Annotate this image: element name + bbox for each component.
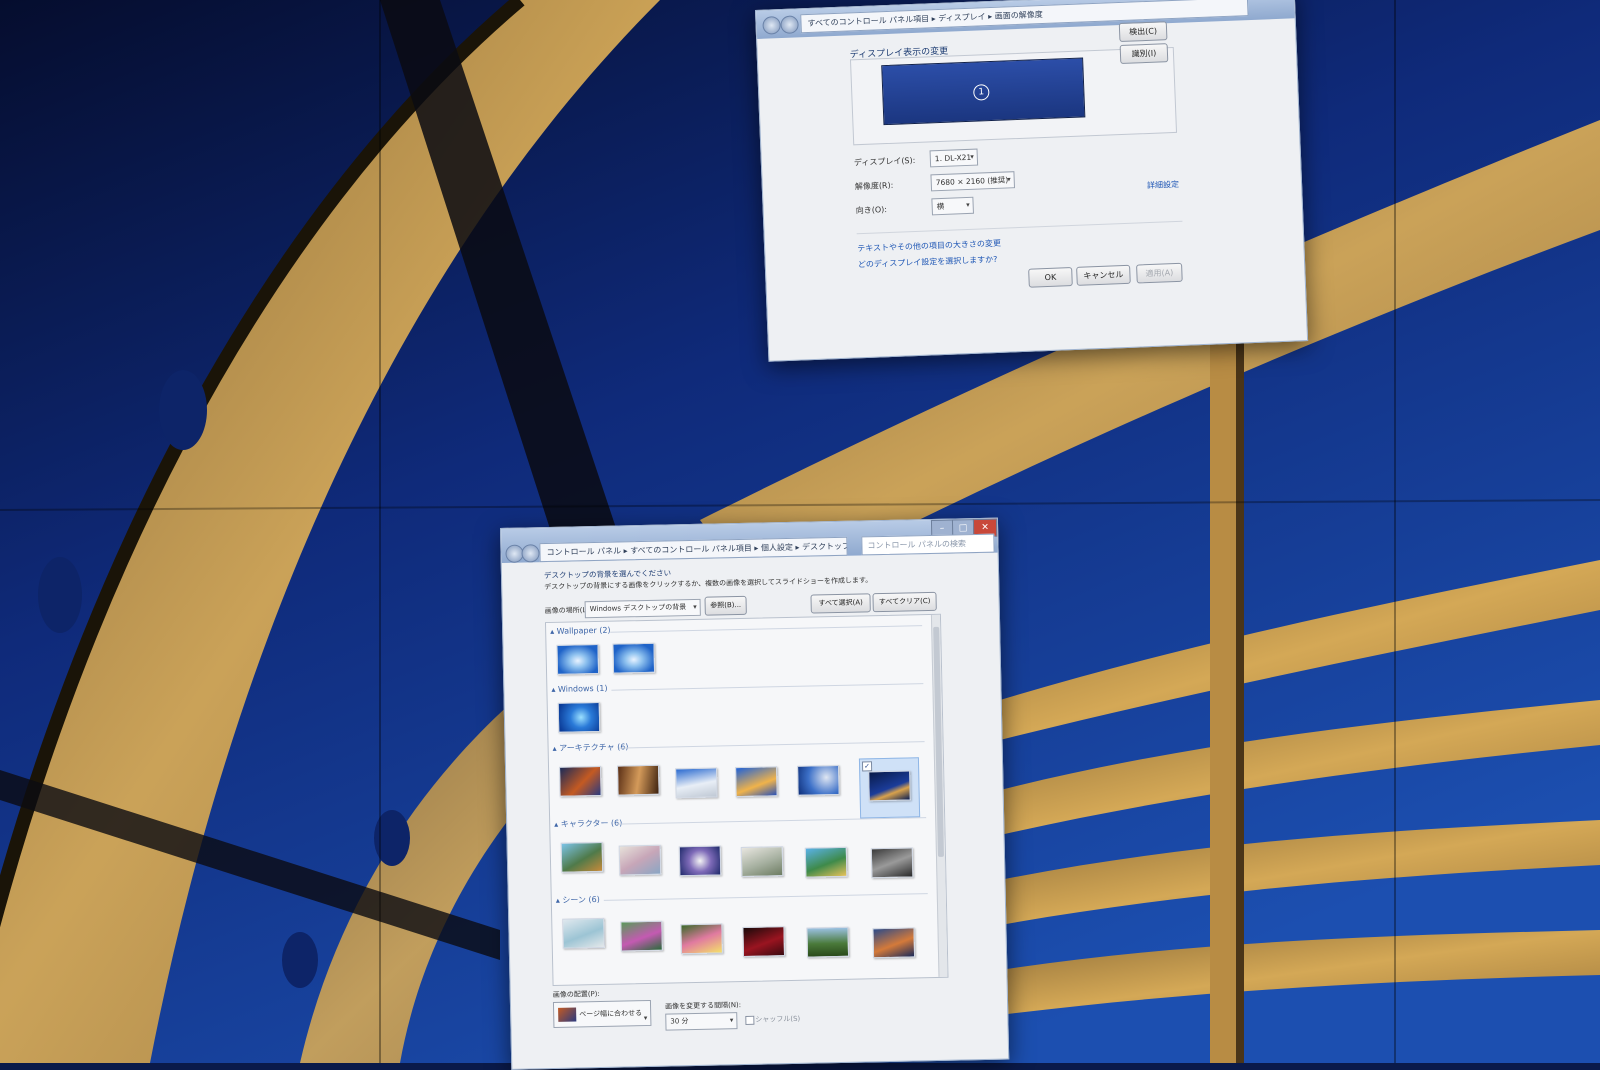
group-header[interactable]: ▴ キャラクター (6) <box>554 818 622 830</box>
address-bar[interactable]: すべてのコントロール パネル項目 ▸ ディスプレイ ▸ 画面の解像度 <box>800 0 1249 34</box>
breadcrumb-item[interactable]: デスクトップの背景 <box>802 541 848 552</box>
breadcrumb-item[interactable]: 画面の解像度 <box>995 10 1043 21</box>
which-display-link[interactable]: どのディスプレイ設定を選択しますか? <box>858 254 998 270</box>
wallpaper-list: ▴ Wallpaper (2) ▴ Windows (1) ▴ アーキテクチャ … <box>544 613 949 986</box>
breadcrumb-item[interactable]: すべてのコントロール パネル項目 <box>807 14 929 28</box>
wallpaper-thumbnail[interactable] <box>806 926 850 958</box>
title-bar: すべてのコントロール パネル項目 ▸ ディスプレイ ▸ 画面の解像度 <box>756 0 1295 39</box>
detect-button[interactable]: 検出(C) <box>1118 21 1168 43</box>
location-select[interactable]: Windows デスクトップの背景 ▾ <box>584 598 701 619</box>
wallpaper-thumbnail[interactable] <box>735 766 778 798</box>
address-bar[interactable]: コントロール パネル ▸ すべてのコントロール パネル項目 ▸ 個人設定 ▸ デ… <box>539 536 848 563</box>
monitor-number-badge: 1 <box>973 84 990 101</box>
location-select-value: Windows デスクトップの背景 <box>589 603 687 614</box>
wallpaper-thumbnail[interactable] <box>557 701 601 733</box>
back-button[interactable] <box>762 16 781 35</box>
interval-select[interactable]: 30 分 ▾ <box>665 1012 738 1031</box>
wallpaper-thumbnail[interactable] <box>675 767 718 799</box>
shuffle-checkbox[interactable] <box>745 1015 755 1025</box>
clear-all-button[interactable]: すべてクリア(C) <box>872 591 937 613</box>
group-header[interactable]: ▴ アーキテクチャ (6) <box>553 741 629 754</box>
display-select-value: 1. DL-X21 <box>934 152 972 164</box>
wallpaper-thumbnail[interactable] <box>870 847 914 879</box>
wallpaper-thumbnail[interactable] <box>556 643 600 675</box>
wallpaper-thumbnail[interactable] <box>560 841 604 873</box>
wallpaper-thumbnail[interactable] <box>740 846 784 878</box>
advanced-settings-link[interactable]: 詳細設定 <box>1147 179 1179 191</box>
chevron-down-icon: ▾ <box>970 152 974 161</box>
forward-button[interactable] <box>780 15 799 35</box>
orientation-select[interactable]: 横 ▾ <box>931 196 974 216</box>
orientation-select-value: 横 <box>936 201 945 212</box>
wallpaper-thumbnail[interactable] <box>804 846 848 878</box>
group-title: Windows (1) <box>557 683 608 694</box>
display-label: ディスプレイ(S): <box>853 155 916 168</box>
divider <box>610 625 923 633</box>
wallpaper-thumbnail[interactable] <box>620 920 663 952</box>
wallpaper-thumbnail[interactable] <box>797 764 840 796</box>
scrollbar-thumb[interactable] <box>933 626 944 857</box>
wallpaper-thumbnail[interactable] <box>618 844 662 876</box>
interval-select-value: 30 分 <box>670 1017 689 1026</box>
breadcrumb-item[interactable]: ディスプレイ <box>938 12 986 23</box>
shuffle-label: シャッフル(S) <box>755 1014 801 1024</box>
breadcrumb-item[interactable]: 個人設定 <box>761 543 793 553</box>
display-select[interactable]: 1. DL-X21 ▾ <box>929 148 979 168</box>
orientation-label: 向き(O): <box>855 205 888 216</box>
ok-button[interactable]: OK <box>1028 267 1073 288</box>
picture-position-icon <box>558 1007 577 1022</box>
group-header[interactable]: ▴ Windows (1) <box>551 684 607 694</box>
wallpaper-thumbnail[interactable] <box>872 927 916 959</box>
apply-button[interactable]: 適用(A) <box>1136 262 1183 284</box>
group-title: Wallpaper (2) <box>556 625 611 636</box>
wallpaper-thumbnail[interactable] <box>562 917 605 949</box>
divider <box>856 220 1183 235</box>
chevron-down-icon: ▾ <box>643 1014 648 1023</box>
desktop-background-window: – □ ✕ コントロール パネル ▸ すべてのコントロール パネル項目 ▸ 個人… <box>500 517 1010 1070</box>
position-label: 画像の配置(P): <box>552 990 600 999</box>
browse-button[interactable]: 参照(B)... <box>704 595 747 616</box>
wallpaper-thumbnail[interactable] <box>612 642 656 674</box>
cancel-button[interactable]: キャンセル <box>1076 264 1131 286</box>
identify-button[interactable]: 識別(I) <box>1119 43 1169 65</box>
divider <box>618 741 925 749</box>
divider <box>616 817 927 825</box>
monitor-1-tile[interactable]: 1 <box>881 57 1086 126</box>
chevron-down-icon: ▾ <box>1007 175 1011 184</box>
resolution-label: 解像度(R): <box>854 180 894 192</box>
position-select[interactable]: ページ幅に合わせる ▾ <box>552 999 652 1028</box>
search-input[interactable]: コントロール パネルの検索 <box>861 533 995 556</box>
forward-button[interactable] <box>521 544 540 563</box>
resolution-select-value: 7680 × 2160 (推奨) <box>935 175 1009 188</box>
display-settings-window: すべてのコントロール パネル項目 ▸ ディスプレイ ▸ 画面の解像度 ディスプレ… <box>755 0 1309 362</box>
group-header[interactable]: ▴ シーン (6) <box>556 894 600 906</box>
group-title: シーン (6) <box>562 894 600 905</box>
selected-wallpaper-highlight[interactable]: ✓ <box>858 757 921 819</box>
wallpaper-thumbnail[interactable] <box>742 926 786 958</box>
wallpaper-thumbnail[interactable] <box>617 764 660 796</box>
chevron-down-icon: ▾ <box>693 602 697 611</box>
resolution-select[interactable]: 7680 × 2160 (推奨) ▾ <box>930 171 1016 192</box>
text-size-link[interactable]: テキストやその他の項目の大きさの変更 <box>857 238 1001 255</box>
breadcrumb-item[interactable]: コントロール パネル <box>546 546 621 557</box>
chevron-down-icon: ▾ <box>965 200 970 210</box>
checkbox-checked-icon[interactable]: ✓ <box>861 761 873 772</box>
chevron-down-icon: ▾ <box>729 1016 734 1025</box>
select-all-button[interactable]: すべて選択(A) <box>810 593 871 614</box>
wallpaper-thumbnail[interactable] <box>680 923 723 955</box>
position-select-value: ページ幅に合わせる <box>579 1009 643 1019</box>
scrollbar[interactable] <box>930 614 948 977</box>
interval-label: 画像を変更する間隔(N): <box>664 1001 742 1011</box>
group-title: キャラクター (6) <box>560 818 623 829</box>
wallpaper-thumbnail[interactable] <box>559 765 602 797</box>
wallpaper-thumbnail[interactable] <box>868 770 911 802</box>
breadcrumb-item[interactable]: すべてのコントロール パネル項目 <box>630 544 752 556</box>
wallpaper-thumbnail[interactable] <box>678 845 722 877</box>
group-header[interactable]: ▴ Wallpaper (2) <box>550 626 611 636</box>
divider <box>603 893 928 901</box>
divider <box>611 683 924 691</box>
